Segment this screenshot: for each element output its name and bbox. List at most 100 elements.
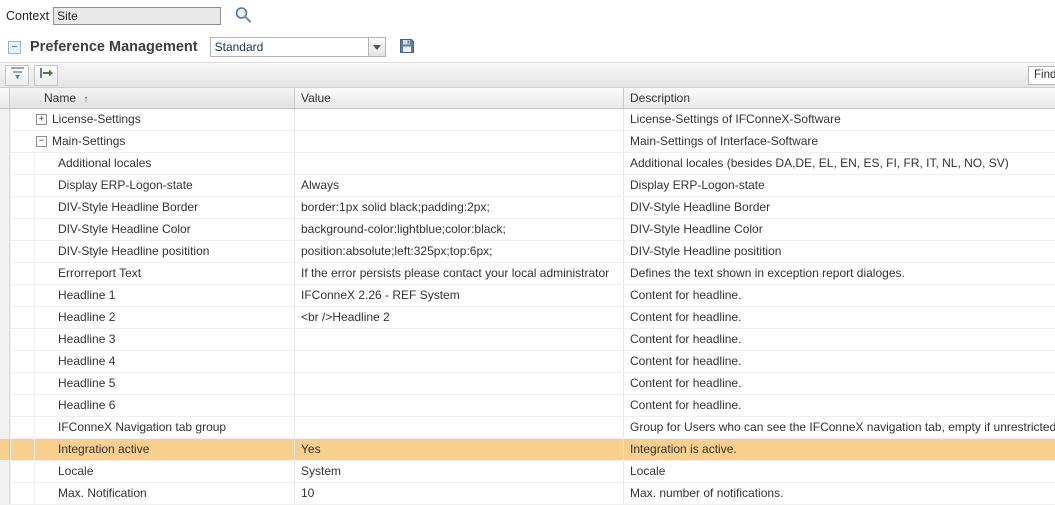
pref-value-cell <box>295 395 624 416</box>
tree-indent <box>10 241 34 262</box>
tree-indent <box>34 241 58 262</box>
tree-indent <box>10 285 34 306</box>
combo-dropdown-button[interactable] <box>368 37 386 57</box>
pref-name: Headline 1 <box>58 285 115 306</box>
pref-description-cell: DIV-Style Headline Color <box>624 219 1055 240</box>
table-row[interactable]: Headline 3 Content for headline. <box>0 329 1055 351</box>
context-input[interactable] <box>53 7 221 25</box>
tree-indent <box>34 461 58 482</box>
tree-indent <box>34 417 58 438</box>
pref-name: Main-Settings <box>52 131 125 152</box>
tree-indent <box>10 175 34 196</box>
table-row[interactable]: Headline 4 Content for headline. <box>0 351 1055 373</box>
expand-columns-button[interactable] <box>34 65 58 86</box>
pref-name: Headline 4 <box>58 351 115 372</box>
filter-icon <box>10 66 25 85</box>
profile-combo-input[interactable] <box>210 37 368 57</box>
tree-expand-icon[interactable]: + <box>36 114 47 125</box>
pref-description-cell: Display ERP-Logon-state <box>624 175 1055 196</box>
tree-collapse-icon[interactable]: − <box>36 136 47 147</box>
pref-name: Additional locales <box>58 153 151 174</box>
tree-indent <box>34 153 58 174</box>
pref-name-cell: Headline 5 <box>10 373 295 394</box>
tree-indent <box>10 417 34 438</box>
table-row[interactable]: Locale System Locale <box>0 461 1055 483</box>
tree-indent <box>34 483 58 504</box>
column-header-value[interactable]: Value <box>295 88 624 108</box>
save-button[interactable] <box>396 36 418 58</box>
row-gutter <box>0 329 10 350</box>
table-row[interactable]: DIV-Style Headline positition position:a… <box>0 241 1055 263</box>
table-row[interactable]: Additional locales Additional locales (b… <box>0 153 1055 175</box>
tree-indent <box>10 153 34 174</box>
tree-indent <box>34 351 58 372</box>
row-gutter <box>0 373 10 394</box>
table-row[interactable]: +License-Settings License-Settings of IF… <box>0 109 1055 131</box>
tree-indent <box>10 373 34 394</box>
grid-toolbar: Find i <box>0 62 1055 88</box>
pref-description-cell: Content for headline. <box>624 307 1055 328</box>
arrow-right-bar-icon <box>39 66 54 85</box>
pref-name-cell: Headline 4 <box>10 351 295 372</box>
pref-description-cell: Max. number of notifications. <box>624 483 1055 504</box>
pref-description-cell: DIV-Style Headline positition <box>624 241 1055 262</box>
column-header-description[interactable]: Description <box>624 88 1055 108</box>
pref-name-cell: Integration active <box>10 439 295 460</box>
table-row[interactable]: IFConneX Navigation tab group Group for … <box>0 417 1055 439</box>
column-header-name[interactable]: Name ↑ <box>10 88 295 108</box>
table-row[interactable]: Headline 2 <br />Headline 2 Content for … <box>0 307 1055 329</box>
pref-value-cell: Yes <box>295 439 624 460</box>
pref-name-cell: Locale <box>10 461 295 482</box>
profile-combo <box>210 37 386 57</box>
pref-name-cell: DIV-Style Headline Border <box>10 197 295 218</box>
tree-indent <box>10 439 34 460</box>
table-row[interactable]: Errorreport Text If the error persists p… <box>0 263 1055 285</box>
tree-indent <box>10 395 34 416</box>
find-input[interactable]: Find i <box>1028 66 1055 85</box>
context-bar: Context <box>0 0 1055 32</box>
pref-name-cell: Headline 2 <box>10 307 295 328</box>
tree-indent <box>34 219 58 240</box>
tree-indent <box>10 197 34 218</box>
table-row[interactable]: Integration active Yes Integration is ac… <box>0 439 1055 461</box>
pref-name: Headline 3 <box>58 329 115 350</box>
pref-name: DIV-Style Headline Color <box>58 219 191 240</box>
pref-name: Headline 5 <box>58 373 115 394</box>
pref-name: Display ERP-Logon-state <box>58 175 193 196</box>
pref-value-cell <box>295 373 624 394</box>
tree-indent <box>10 307 34 328</box>
row-gutter <box>0 197 10 218</box>
filter-settings-button[interactable] <box>5 65 29 86</box>
header-gutter <box>0 88 10 108</box>
pref-name: Locale <box>58 461 93 482</box>
tree-indent <box>10 461 34 482</box>
panel-bar: − Preference Management <box>0 32 1055 62</box>
table-row[interactable]: DIV-Style Headline Color background-colo… <box>0 219 1055 241</box>
pref-value-cell <box>295 153 624 174</box>
table-row[interactable]: Display ERP-Logon-state Always Display E… <box>0 175 1055 197</box>
column-name-label: Name <box>44 91 76 105</box>
pref-value-cell: Always <box>295 175 624 196</box>
pref-description-cell: Content for headline. <box>624 373 1055 394</box>
collapse-panel-icon[interactable]: − <box>8 41 21 54</box>
chevron-down-icon <box>373 45 381 50</box>
pref-description-cell: Content for headline. <box>624 285 1055 306</box>
tree-indent <box>34 285 58 306</box>
pref-value-cell: System <box>295 461 624 482</box>
table-row[interactable]: Headline 5 Content for headline. <box>0 373 1055 395</box>
row-gutter <box>0 439 10 460</box>
pref-name: IFConneX Navigation tab group <box>58 417 226 438</box>
pref-description-cell: Integration is active. <box>624 439 1055 460</box>
table-row[interactable]: Headline 6 Content for headline. <box>0 395 1055 417</box>
table-row[interactable]: Headline 1 IFConneX 2.26 - REF System Co… <box>0 285 1055 307</box>
tree-indent <box>10 329 34 350</box>
table-row[interactable]: DIV-Style Headline Border border:1px sol… <box>0 197 1055 219</box>
search-button[interactable] <box>231 5 255 27</box>
table-row[interactable]: −Main-Settings Main-Settings of Interfac… <box>0 131 1055 153</box>
context-label: Context <box>6 9 49 23</box>
pref-description-cell: License-Settings of IFConneX-Software <box>624 109 1055 130</box>
table-row[interactable]: Max. Notification 10 Max. number of noti… <box>0 483 1055 505</box>
tree-indent <box>34 373 58 394</box>
pref-name: DIV-Style Headline positition <box>58 241 209 262</box>
pref-value-cell: background-color:lightblue;color:black; <box>295 219 624 240</box>
